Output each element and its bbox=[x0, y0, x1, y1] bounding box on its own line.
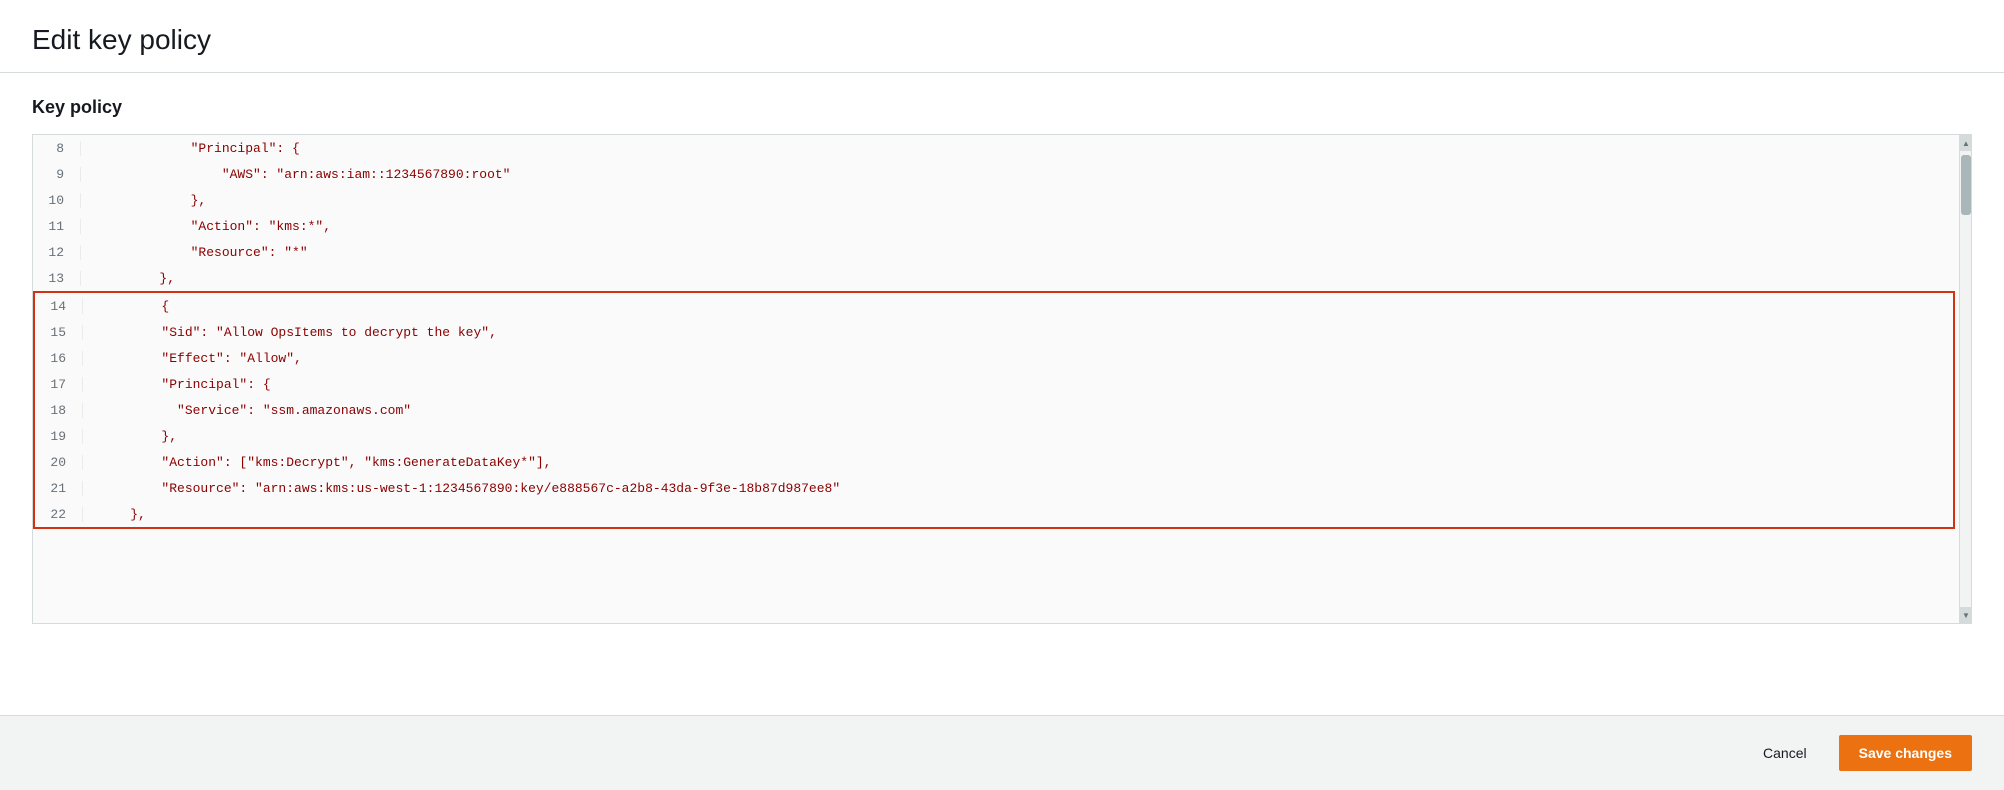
line-number: 18 bbox=[35, 403, 83, 418]
cancel-button[interactable]: Cancel bbox=[1747, 737, 1823, 769]
line-content: "Action": ["kms:Decrypt", "kms:GenerateD… bbox=[83, 455, 551, 470]
scrollbar-arrow-down[interactable]: ▼ bbox=[1960, 607, 1972, 623]
line-content: "Sid": "Allow OpsItems to decrypt the ke… bbox=[83, 325, 497, 340]
code-line: 9 "AWS": "arn:aws:iam::1234567890:root" bbox=[33, 161, 1959, 187]
code-line: 19 }, bbox=[35, 423, 1953, 449]
code-line: 22 }, bbox=[35, 501, 1953, 527]
line-number: 15 bbox=[35, 325, 83, 340]
line-number: 16 bbox=[35, 351, 83, 366]
line-content: "Resource": "arn:aws:kms:us-west-1:12345… bbox=[83, 481, 840, 496]
code-line: 8 "Principal": { bbox=[33, 135, 1959, 161]
line-content: }, bbox=[83, 429, 177, 444]
code-editor-container[interactable]: 8 "Principal": { 9 "AWS": "arn:aws:iam::… bbox=[32, 134, 1972, 624]
line-number: 17 bbox=[35, 377, 83, 392]
line-content: { bbox=[83, 299, 169, 314]
code-line: 17 "Principal": { bbox=[35, 371, 1953, 397]
line-content: }, bbox=[81, 271, 175, 286]
section-title: Key policy bbox=[32, 97, 1972, 118]
line-content: }, bbox=[81, 193, 206, 208]
code-line: 10 }, bbox=[33, 187, 1959, 213]
code-line: 15 "Sid": "Allow OpsItems to decrypt the… bbox=[35, 319, 1953, 345]
line-content: "Action": "kms:*", bbox=[81, 219, 331, 234]
code-editor[interactable]: 8 "Principal": { 9 "AWS": "arn:aws:iam::… bbox=[33, 135, 1959, 623]
line-number: 9 bbox=[33, 167, 81, 182]
line-number: 10 bbox=[33, 193, 81, 208]
line-number: 21 bbox=[35, 481, 83, 496]
scrollbar-thumb[interactable] bbox=[1961, 155, 1971, 215]
line-number: 11 bbox=[33, 219, 81, 234]
line-content: "Principal": { bbox=[83, 377, 271, 392]
page-container: Edit key policy Key policy 8 "Principal"… bbox=[0, 0, 2004, 790]
line-number: 14 bbox=[35, 299, 83, 314]
page-header: Edit key policy bbox=[0, 0, 2004, 73]
line-number: 20 bbox=[35, 455, 83, 470]
page-footer: Cancel Save changes bbox=[0, 715, 2004, 790]
line-number: 13 bbox=[33, 271, 81, 286]
code-line: 11 "Action": "kms:*", bbox=[33, 213, 1959, 239]
code-line: 20 "Action": ["kms:Decrypt", "kms:Genera… bbox=[35, 449, 1953, 475]
line-content: "AWS": "arn:aws:iam::1234567890:root" bbox=[81, 167, 510, 182]
line-content: "Effect": "Allow", bbox=[83, 351, 302, 366]
save-changes-button[interactable]: Save changes bbox=[1839, 735, 1972, 771]
scrollbar-arrow-up[interactable]: ▲ bbox=[1960, 135, 1972, 151]
editor-inner: 8 "Principal": { 9 "AWS": "arn:aws:iam::… bbox=[33, 135, 1959, 623]
page-title: Edit key policy bbox=[32, 24, 1972, 56]
line-content: "Principal": { bbox=[81, 141, 300, 156]
line-number: 12 bbox=[33, 245, 81, 260]
line-number: 8 bbox=[33, 141, 81, 156]
code-line: 18 "Service": "ssm.amazonaws.com" bbox=[35, 397, 1953, 423]
code-line: 14 { bbox=[35, 293, 1953, 319]
line-content: "Service": "ssm.amazonaws.com" bbox=[83, 403, 411, 418]
line-number: 19 bbox=[35, 429, 83, 444]
code-line: 21 "Resource": "arn:aws:kms:us-west-1:12… bbox=[35, 475, 1953, 501]
code-line: 12 "Resource": "*" bbox=[33, 239, 1959, 265]
line-content: "Resource": "*" bbox=[81, 245, 308, 260]
line-content: }, bbox=[83, 507, 146, 522]
page-content: Key policy 8 "Principal": { 9 "AWS": "ar… bbox=[0, 73, 2004, 715]
line-number: 22 bbox=[35, 507, 83, 522]
scrollbar-track[interactable]: ▲ ▼ bbox=[1959, 135, 1971, 623]
code-line: 16 "Effect": "Allow", bbox=[35, 345, 1953, 371]
code-line: 13 }, bbox=[33, 265, 1959, 291]
highlighted-block: 14 { 15 "Sid": "Allow OpsItems to decryp… bbox=[33, 291, 1955, 529]
